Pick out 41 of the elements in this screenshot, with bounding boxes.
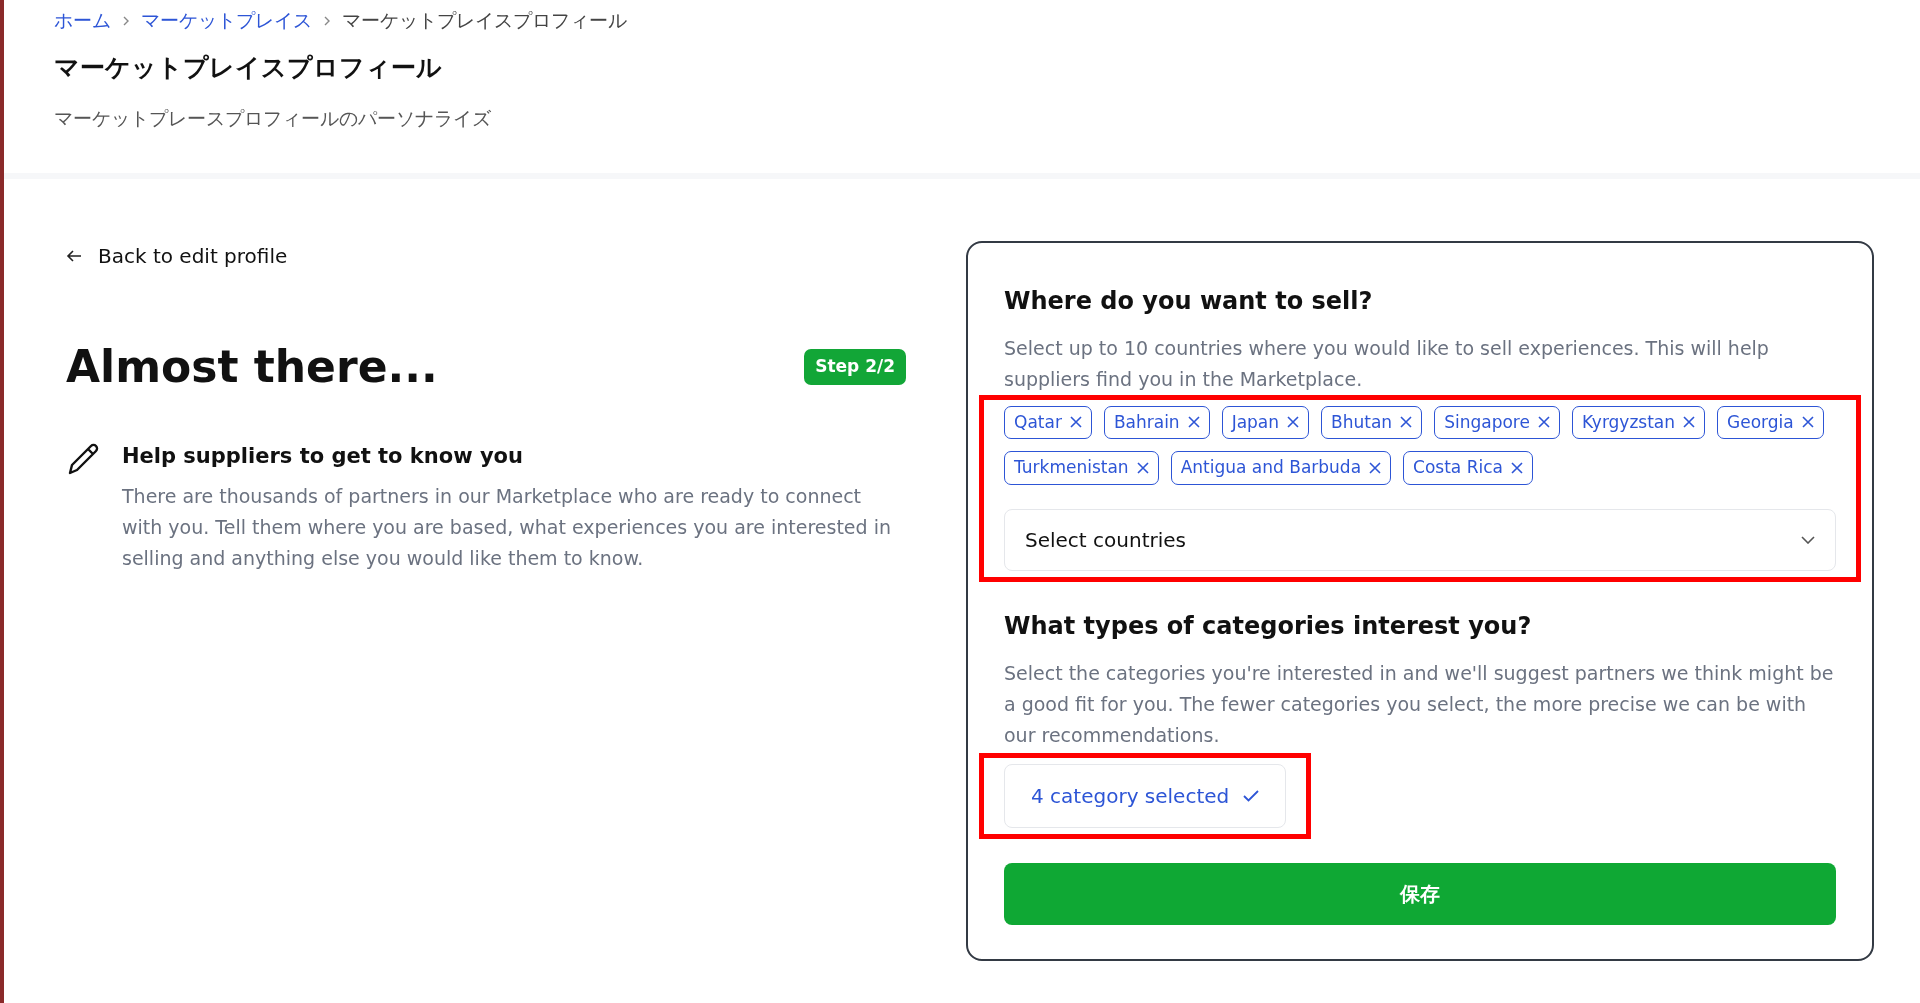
country-chip: Costa Rica — [1403, 451, 1533, 485]
remove-icon[interactable] — [1136, 461, 1149, 474]
remove-icon[interactable] — [1511, 461, 1523, 474]
remove-icon[interactable] — [1400, 416, 1413, 429]
chevron-right-icon — [324, 16, 330, 26]
intro-heading: Help suppliers to get to know you — [122, 443, 524, 471]
breadcrumb-link[interactable]: マーケットプレイス — [141, 6, 312, 35]
country-chip: Singapore — [1434, 405, 1560, 439]
countries-select[interactable]: Select countries — [1004, 508, 1836, 571]
remove-icon[interactable] — [1287, 416, 1300, 429]
country-chip: Bahrain — [1103, 405, 1210, 439]
page-heading: Almost there... — [66, 340, 438, 394]
remove-icon[interactable] — [1369, 461, 1382, 474]
page-title: マーケットプレイスプロフィール — [54, 51, 443, 84]
breadcrumb-link[interactable]: ホーム — [54, 6, 111, 35]
country-chip: Kyrgyzstan — [1571, 405, 1706, 439]
country-chip: Georgia — [1717, 405, 1824, 439]
check-icon — [1243, 789, 1260, 802]
countries-description: Select up to 10 countries where you would like to sell experiences. This will help suppliers find you in the Marketplace. — [1004, 335, 1770, 392]
back-arrow-icon — [66, 248, 82, 263]
country-chip: Turkmenistan — [1004, 451, 1159, 485]
category-select-button[interactable]: 4 category selected — [1004, 763, 1287, 828]
remove-icon[interactable] — [1537, 416, 1550, 429]
country-chip: Qatar — [1004, 405, 1092, 439]
remove-icon[interactable] — [1683, 416, 1696, 429]
remove-icon[interactable] — [1069, 416, 1082, 429]
chevron-down-icon — [1801, 535, 1815, 544]
breadcrumb-current: マーケットプレイスプロフィール — [342, 8, 627, 33]
categories-heading: What types of categories interest you? — [1004, 610, 1533, 642]
back-link[interactable]: Back to edit profile — [66, 240, 288, 271]
chevron-right-icon — [123, 16, 129, 26]
country-chip: Japan — [1221, 405, 1310, 439]
countries-heading: Where do you want to sell? — [1004, 285, 1374, 317]
country-chip: Bhutan — [1321, 405, 1423, 439]
country-chip: Antigua and Barbuda — [1170, 451, 1392, 485]
remove-icon[interactable] — [1801, 416, 1814, 429]
page-subtitle: マーケットプレースプロフィールのパーソナライズ — [54, 106, 492, 131]
categories-description: Select the categories you're interested in and we'll suggest partners we think might be a good fit for you. The fewer categories you select, the more precise we can be with our recommendations. — [1004, 660, 1835, 748]
remove-icon[interactable] — [1187, 416, 1200, 429]
step-badge: Step 2/2 — [804, 349, 906, 385]
intro-text: There are thousands of partners in our Marketplace who are ready to connect with you. Tell them where you are based, what experiences you are interested in selling and anything else you would like them to know. — [122, 483, 892, 571]
